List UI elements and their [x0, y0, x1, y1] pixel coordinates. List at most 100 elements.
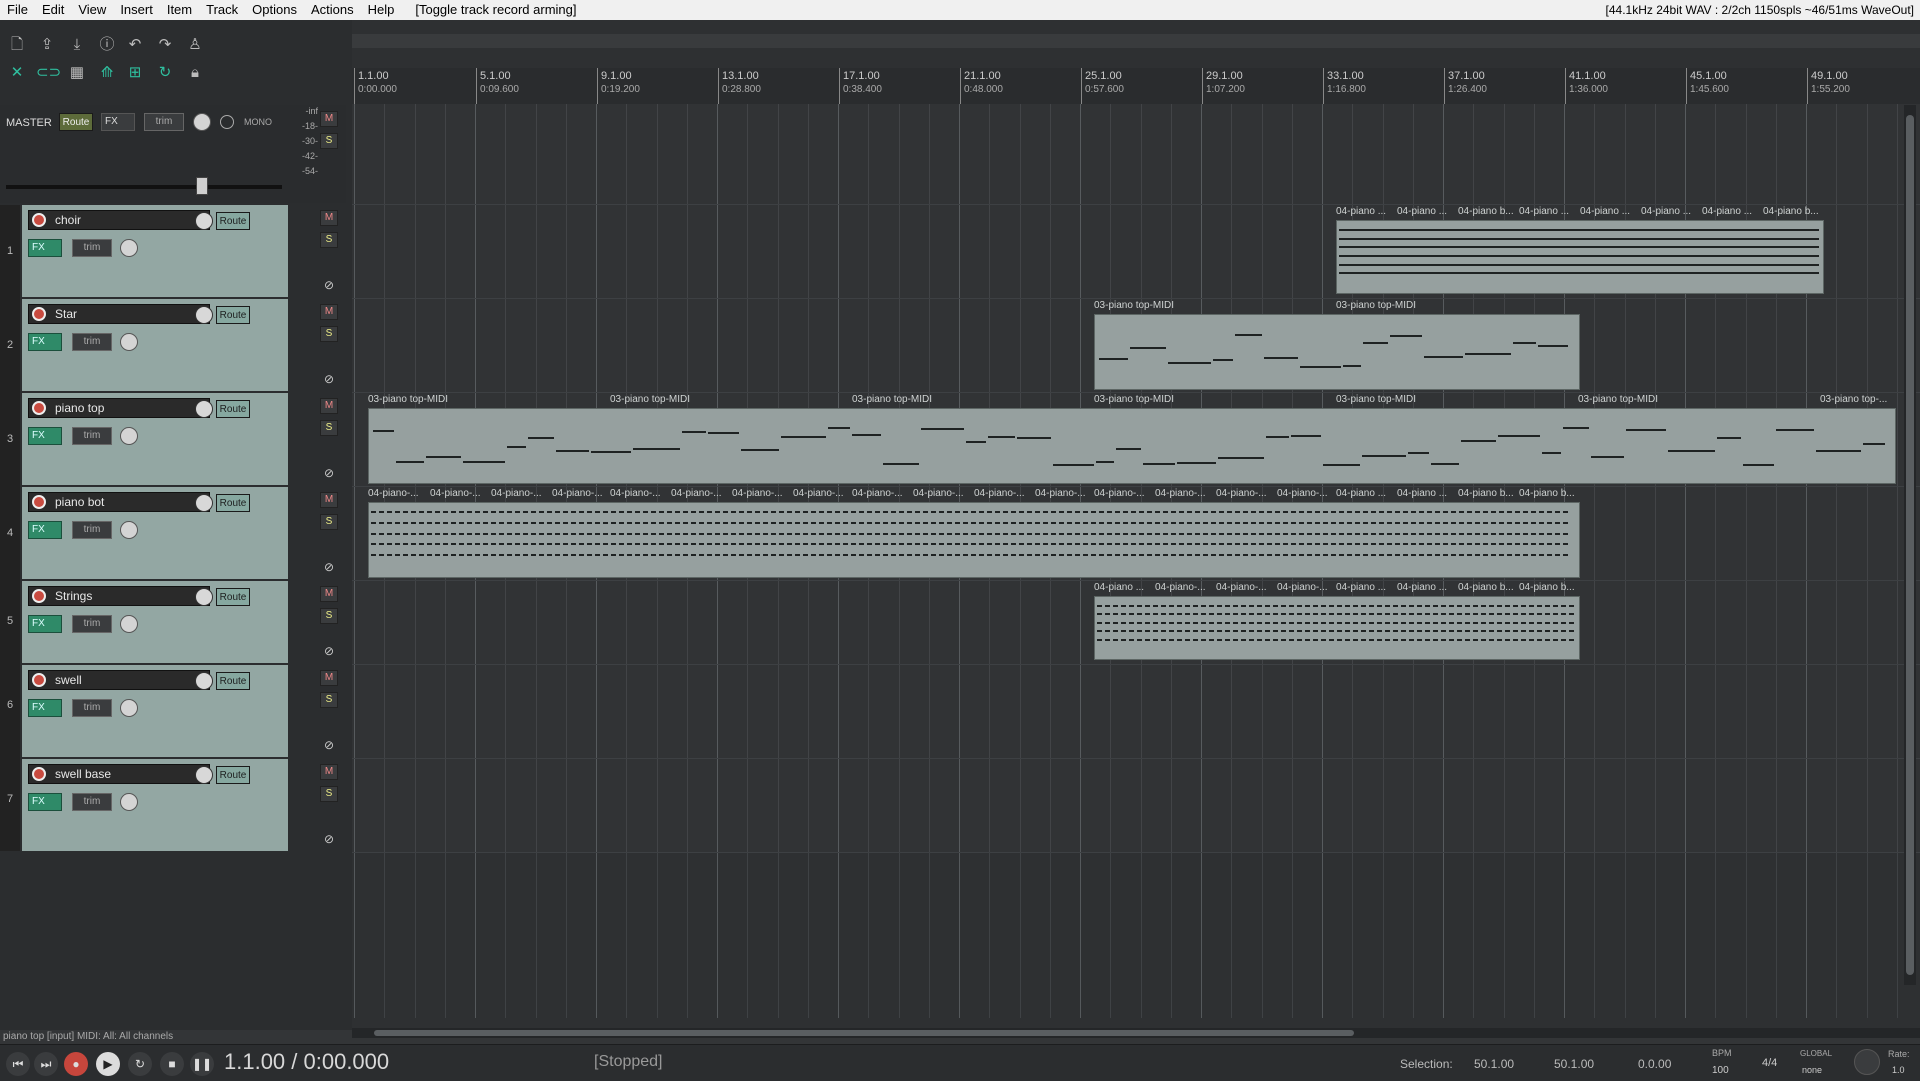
volume-knob[interactable]: [195, 400, 213, 418]
track-panel-choir[interactable]: choir Route FX trim: [22, 205, 288, 299]
play-button[interactable]: ▶: [96, 1052, 120, 1076]
horizontal-scrollbar[interactable]: [352, 1028, 1920, 1038]
track-name-field[interactable]: swell base: [28, 764, 213, 784]
fx-button[interactable]: FX: [28, 793, 62, 811]
arrange-view[interactable]: 1.1.00 0:00.000 5.1.00 0:09.600 9.1.00 0:19…: [352, 20, 1920, 1030]
volume-knob[interactable]: [195, 494, 213, 512]
record-arm-button[interactable]: [32, 401, 46, 415]
pan-knob[interactable]: [120, 699, 138, 717]
track-panel-star[interactable]: Star Route FX trim: [22, 299, 288, 393]
track-name-field[interactable]: Star: [28, 304, 213, 324]
new-project-icon[interactable]: 🗋: [6, 34, 28, 56]
solo-button[interactable]: S: [320, 232, 338, 248]
volume-knob[interactable]: [195, 588, 213, 606]
lock-icon[interactable]: 🔒︎: [184, 62, 206, 84]
mute-button[interactable]: M: [320, 586, 338, 602]
midi-item-piano-top[interactable]: [368, 408, 1896, 484]
phase-icon[interactable]: ⊘: [322, 832, 336, 846]
vertical-scroll-thumb[interactable]: [1906, 115, 1914, 975]
route-button[interactable]: Route: [216, 306, 250, 324]
route-button[interactable]: Route: [216, 588, 250, 606]
solo-button[interactable]: S: [320, 514, 338, 530]
fx-button[interactable]: FX: [28, 699, 62, 717]
undo-icon[interactable]: ↶: [124, 34, 146, 56]
master-volume-fader[interactable]: [6, 185, 282, 189]
envelope-icon[interactable]: ⟰: [96, 62, 118, 84]
track-panel-strings[interactable]: Strings Route FX trim: [22, 581, 288, 665]
record-arm-button[interactable]: [32, 213, 46, 227]
horizontal-scroll-thumb[interactable]: [374, 1030, 1354, 1036]
rate-knob[interactable]: [1854, 1049, 1880, 1075]
track-panel-swell[interactable]: swell Route FX trim: [22, 665, 288, 759]
master-trim-button[interactable]: trim: [144, 113, 184, 131]
info-icon[interactable]: ⓘ: [96, 34, 118, 56]
master-solo-button[interactable]: S: [320, 133, 338, 149]
go-to-end-icon[interactable]: ⏭: [34, 1052, 58, 1076]
none-label[interactable]: none: [1802, 1065, 1822, 1075]
stop-button[interactable]: ■: [160, 1052, 184, 1076]
phase-icon[interactable]: ⊘: [322, 644, 336, 658]
trim-button[interactable]: trim: [72, 793, 112, 811]
menu-insert[interactable]: Insert: [113, 0, 160, 20]
route-button[interactable]: Route: [216, 672, 250, 690]
menu-file[interactable]: File: [0, 0, 35, 20]
trim-button[interactable]: trim: [72, 427, 112, 445]
trim-button[interactable]: trim: [72, 521, 112, 539]
selection-end[interactable]: 50.1.00: [1554, 1057, 1594, 1071]
volume-knob[interactable]: [195, 672, 213, 690]
volume-knob[interactable]: [195, 212, 213, 230]
fx-button[interactable]: FX: [28, 521, 62, 539]
volume-knob[interactable]: [195, 306, 213, 324]
midi-item-piano-bot[interactable]: [368, 502, 1580, 578]
solo-button[interactable]: S: [320, 786, 338, 802]
redo-icon[interactable]: ↷: [154, 34, 176, 56]
record-button[interactable]: ●: [64, 1052, 88, 1076]
track-panel-swell-base[interactable]: swell base Route FX trim: [22, 759, 288, 853]
link-icon[interactable]: ⊂⊃: [36, 62, 61, 84]
loop-icon[interactable]: ↻: [154, 62, 176, 84]
fx-button[interactable]: FX: [28, 615, 62, 633]
midi-item-star[interactable]: [1094, 314, 1580, 390]
mute-button[interactable]: M: [320, 304, 338, 320]
pan-knob[interactable]: [120, 793, 138, 811]
menu-actions[interactable]: Actions: [304, 0, 361, 20]
menu-edit[interactable]: Edit: [35, 0, 71, 20]
route-button[interactable]: Route: [216, 494, 250, 512]
solo-button[interactable]: S: [320, 608, 338, 624]
mute-button[interactable]: M: [320, 764, 338, 780]
record-arm-button[interactable]: [32, 673, 46, 687]
save-project-icon[interactable]: ⤓: [66, 34, 88, 56]
open-project-icon[interactable]: ⇪: [36, 34, 58, 56]
pan-knob[interactable]: [120, 427, 138, 445]
timeline-ruler[interactable]: 1.1.00 0:00.000 5.1.00 0:09.600 9.1.00 0:19…: [352, 68, 1920, 104]
phase-icon[interactable]: ⊘: [322, 466, 336, 480]
record-arm-button[interactable]: [32, 589, 46, 603]
mute-button[interactable]: M: [320, 398, 338, 414]
repeat-icon[interactable]: ↻: [128, 1052, 152, 1076]
route-button[interactable]: Route: [216, 766, 250, 784]
metronome-icon[interactable]: ♙: [184, 34, 206, 56]
track-name-field[interactable]: piano bot: [28, 492, 213, 512]
route-button[interactable]: Route: [216, 400, 250, 418]
master-mute-button[interactable]: M: [320, 111, 338, 127]
solo-button[interactable]: S: [320, 326, 338, 342]
track-name-field[interactable]: piano top: [28, 398, 213, 418]
mute-button[interactable]: M: [320, 492, 338, 508]
track-panel-piano-top[interactable]: piano top Route FX trim: [22, 393, 288, 487]
track-name-field[interactable]: swell: [28, 670, 213, 690]
midi-item-choir[interactable]: [1336, 220, 1824, 294]
audio-status[interactable]: [44.1kHz 24bit WAV : 2/2ch 1150spls ~46/…: [1606, 0, 1914, 20]
track-name-field[interactable]: choir: [28, 210, 213, 230]
track-lanes[interactable]: 04-piano ... 04-piano ... 04-piano b... …: [352, 104, 1920, 1018]
ripple-icon[interactable]: ✕: [6, 62, 28, 84]
bpm-value[interactable]: 100: [1712, 1065, 1729, 1076]
lane-swell[interactable]: [352, 665, 1920, 759]
fx-button[interactable]: FX: [28, 333, 62, 351]
snap-icon[interactable]: ⊞: [124, 62, 146, 84]
route-button[interactable]: Route: [216, 212, 250, 230]
phase-icon[interactable]: ⊘: [322, 738, 336, 752]
master-pan-knob[interactable]: [193, 113, 211, 131]
master-fader-thumb[interactable]: [196, 177, 208, 195]
go-to-start-icon[interactable]: ⏮: [6, 1052, 30, 1076]
trim-button[interactable]: trim: [72, 333, 112, 351]
